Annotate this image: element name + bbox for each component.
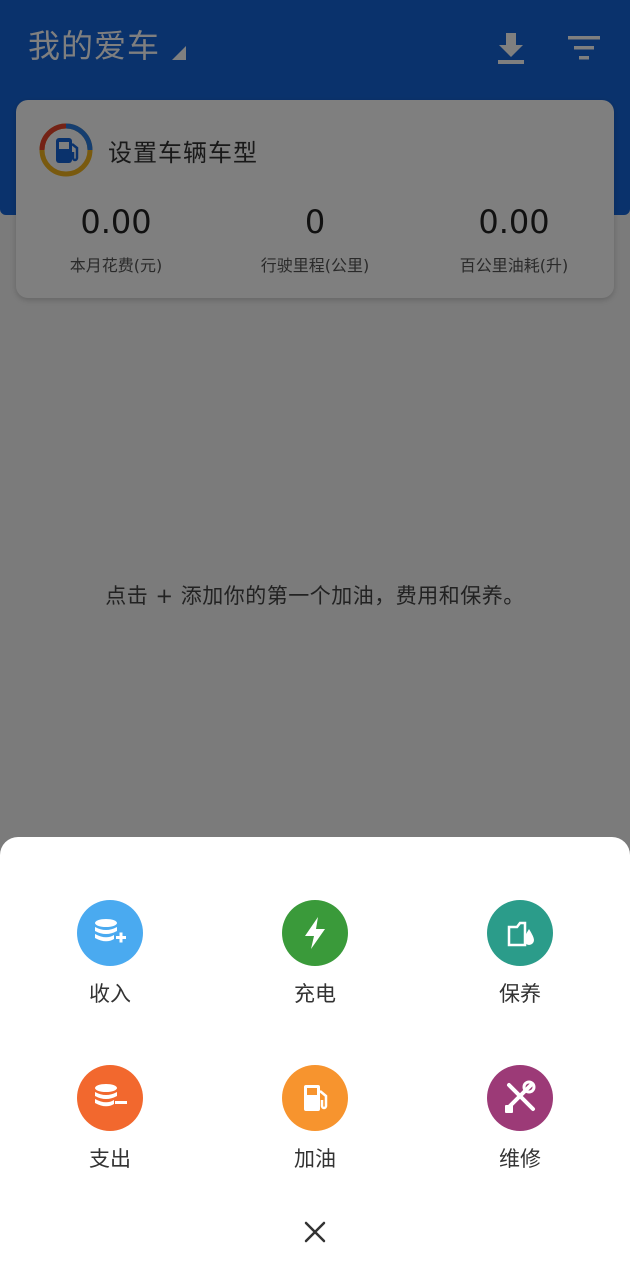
screen: 我的爱车 设 bbox=[0, 0, 630, 1280]
add-record-sheet: 收入 充电 保养 支出 加油 维修 bbox=[0, 837, 630, 1280]
action-expense[interactable]: 支出 bbox=[40, 1065, 180, 1173]
action-refuel[interactable]: 加油 bbox=[245, 1065, 385, 1173]
action-label: 充电 bbox=[294, 982, 336, 1006]
close-icon bbox=[304, 1221, 326, 1243]
repair-tools-icon bbox=[487, 1065, 553, 1131]
action-label: 加油 bbox=[294, 1147, 336, 1171]
maintenance-oil-icon bbox=[487, 900, 553, 966]
action-charge[interactable]: 充电 bbox=[245, 900, 385, 1008]
charge-bolt-icon bbox=[282, 900, 348, 966]
action-repair[interactable]: 维修 bbox=[450, 1065, 590, 1173]
close-button[interactable] bbox=[295, 1212, 335, 1252]
refuel-pump-icon bbox=[282, 1065, 348, 1131]
income-coins-icon bbox=[77, 900, 143, 966]
action-label: 维修 bbox=[499, 1147, 541, 1171]
action-label: 保养 bbox=[499, 982, 541, 1006]
action-income[interactable]: 收入 bbox=[40, 900, 180, 1008]
action-label: 支出 bbox=[89, 1147, 131, 1171]
expense-coins-icon bbox=[77, 1065, 143, 1131]
action-maintenance[interactable]: 保养 bbox=[450, 900, 590, 1008]
action-label: 收入 bbox=[89, 982, 131, 1006]
